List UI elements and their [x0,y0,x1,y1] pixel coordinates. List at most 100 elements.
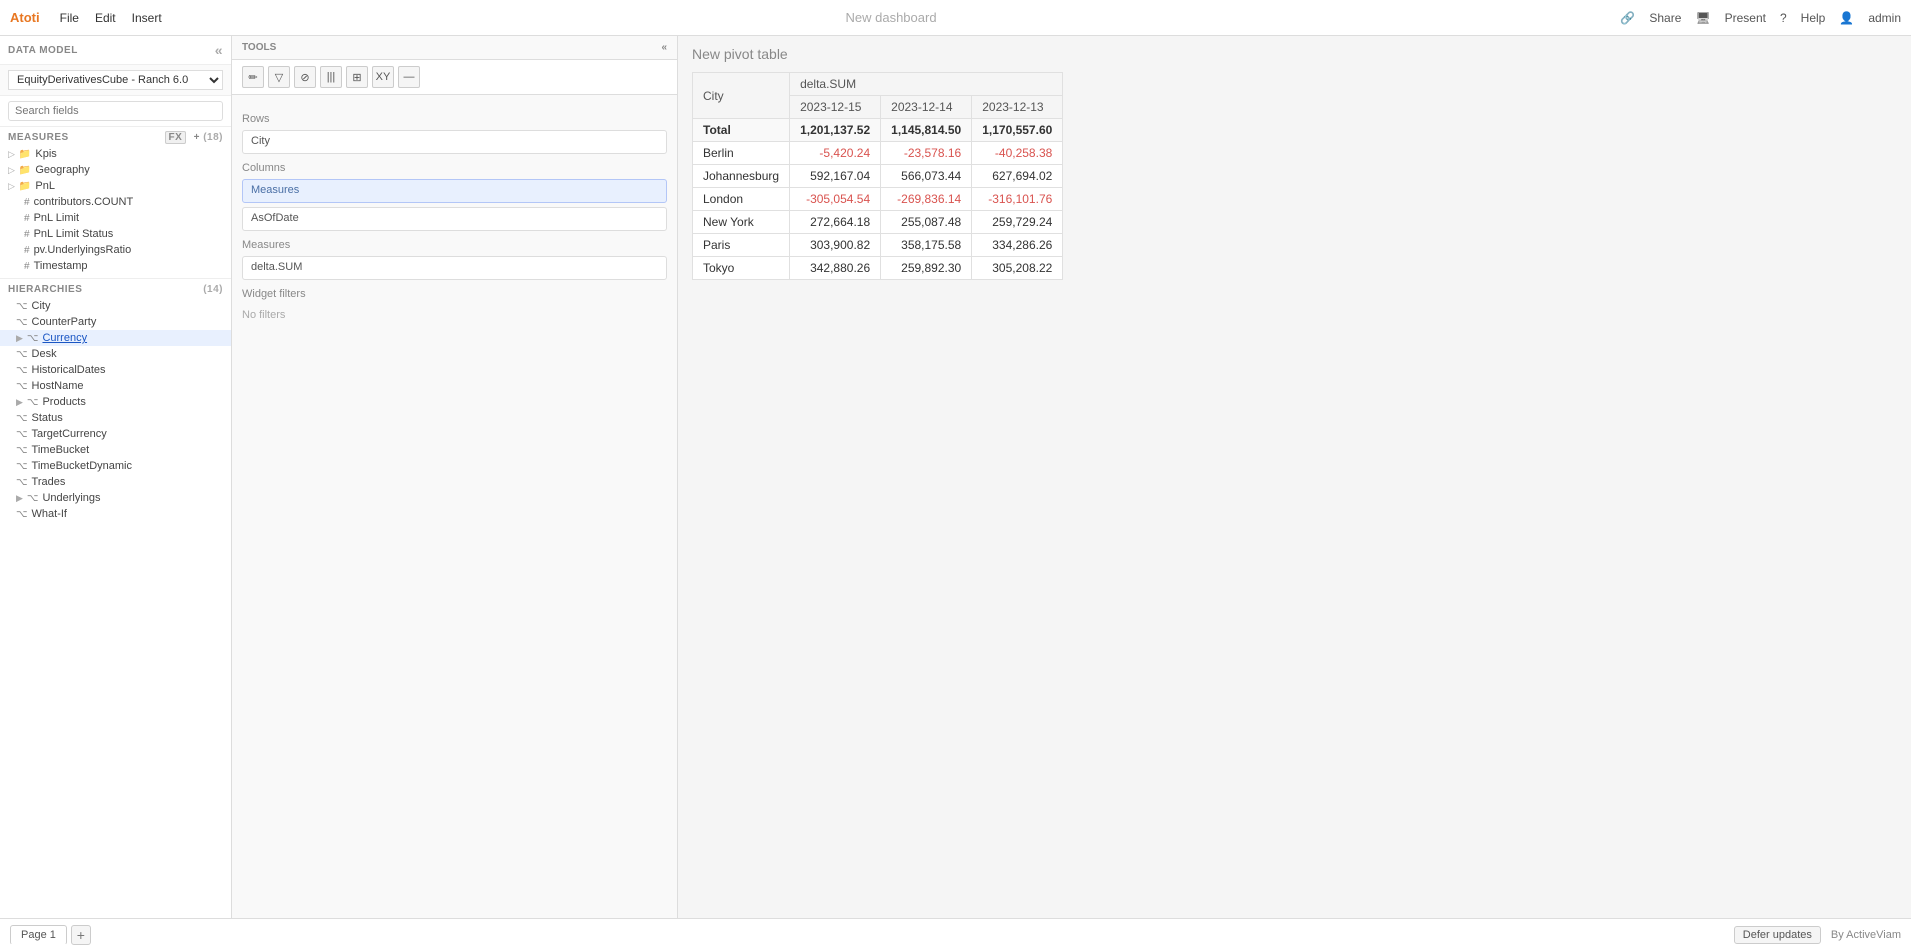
grid-icon[interactable]: ⊞ [346,66,368,88]
geography-folder[interactable]: ▷ 📁 Geography [0,162,231,178]
collapse-tools[interactable]: « [661,42,667,53]
value-cell: -305,054.54 [790,188,881,211]
city-cell: New York [693,211,790,234]
products-label: Products [42,396,85,408]
bottom-right: Defer updates By ActiveViam [1734,926,1901,944]
pnl-folder[interactable]: ▷ 📁 PnL [0,178,231,194]
admin-label[interactable]: admin [1868,11,1901,25]
page-1-tab[interactable]: Page 1 [10,925,67,945]
status-label: Status [32,412,63,424]
cube-selector[interactable]: EquityDerivativesCube - Ranch 6.0 [0,65,231,96]
value-cell: -40,258.38 [972,142,1063,165]
hierarchy-icon-2: ⌥ [16,317,28,328]
value-cell: 592,167.04 [790,165,881,188]
fx-button[interactable]: fx [165,131,187,144]
share-button[interactable]: Share [1649,11,1681,25]
help-button[interactable]: Help [1801,11,1826,25]
timestamp-item[interactable]: # Timestamp [0,258,231,274]
rows-drop-zone[interactable]: City [242,130,667,154]
table-row: Tokyo342,880.26259,892.30305,208.22 [693,257,1063,280]
value-cell: -23,578.16 [881,142,972,165]
timebucket-hierarchy[interactable]: ⌥ TimeBucket [0,442,231,458]
hierarchy-icon-13: ⌥ [27,493,39,504]
hierarchies-label: HIERARCHIES [8,284,82,295]
desk-hierarchy[interactable]: ⌥ Desk [0,346,231,362]
underlyings-label: Underlyings [42,492,100,504]
edit-icon[interactable]: ✏ [242,66,264,88]
pnl-limit-status-item[interactable]: # PnL Limit Status [0,226,231,242]
minus-icon[interactable]: — [398,66,420,88]
defer-updates-button[interactable]: Defer updates [1734,926,1821,944]
delta-sum-header: delta.SUM [790,73,1063,96]
add-measure-btn[interactable]: + [194,132,200,143]
pv-underlyings-item[interactable]: # pv.UnderlyingsRatio [0,242,231,258]
hierarchies-count: (14) [203,284,223,295]
columns-measures-zone[interactable]: Measures [242,179,667,203]
value-cell: 358,175.58 [881,234,972,257]
date3-header: 2023-12-13 [972,96,1063,119]
contributors-count-item[interactable]: # contributors.COUNT [0,194,231,210]
value-cell: 1,201,137.52 [790,119,881,142]
value-cell: 627,694.02 [972,165,1063,188]
columns-label: Columns [242,162,667,174]
page-tabs: Page 1 + [10,925,91,945]
timebucketdynamic-hierarchy[interactable]: ⌥ TimeBucketDynamic [0,458,231,474]
pv-underlyings-label: pv.UnderlyingsRatio [34,244,132,256]
folder-icon-3: 📁 [19,181,31,192]
trades-hierarchy[interactable]: ⌥ Trades [0,474,231,490]
hierarchy-icon: ⌥ [16,301,28,312]
historical-dates-hierarchy[interactable]: ⌥ HistoricalDates [0,362,231,378]
pnl-limit-item[interactable]: # PnL Limit [0,210,231,226]
nav-edit[interactable]: Edit [95,11,116,25]
hierarchy-icon-11: ⌥ [16,461,28,472]
city-label: City [32,300,51,312]
currency-hierarchy[interactable]: ▶ ⌥ Currency [0,330,231,346]
measures-drop-zone[interactable]: delta.SUM [242,256,667,280]
search-input[interactable] [8,101,223,121]
value-cell: -316,101.76 [972,188,1063,211]
collapse-data-model[interactable]: « [215,42,223,58]
underlyings-hierarchy[interactable]: ▶ ⌥ Underlyings [0,490,231,506]
pnl-arrow: ▷ [8,181,15,192]
pivot-table-wrapper: City delta.SUM 2023-12-15 2023-12-14 202… [678,72,1911,918]
kpis-label: Kpis [35,148,56,160]
filter-icon[interactable]: ▽ [268,66,290,88]
columns-icon[interactable]: ||| [320,66,342,88]
hierarchy-icon-7: ⌥ [27,397,39,408]
columns-asofdate-zone[interactable]: AsOfDate [242,207,667,231]
dashboard-title: New dashboard [162,10,1621,25]
hierarchy-icon-5: ⌥ [16,365,28,376]
app-name: Atoti [10,10,40,25]
date2-header: 2023-12-14 [881,96,972,119]
kpis-arrow: ▷ [8,149,15,160]
nav-file[interactable]: File [60,11,79,25]
bottom-bar: Page 1 + Defer updates By ActiveViam [0,918,1911,950]
kpis-folder[interactable]: ▷ 📁 Kpis [0,146,231,162]
table-row: Berlin-5,420.24-23,578.16-40,258.38 [693,142,1063,165]
xy-icon[interactable]: XY [372,66,394,88]
present-button[interactable]: Present [1725,11,1766,25]
date1-header: 2023-12-15 [790,96,881,119]
city-hierarchy[interactable]: ⌥ City [0,298,231,314]
toolbar-icons: ✏ ▽ ⊘ ||| ⊞ XY — [232,60,677,95]
trades-label: Trades [32,476,66,488]
nav-insert[interactable]: Insert [132,11,162,25]
whatif-label: What-If [32,508,67,520]
no-filters-label: No filters [242,305,667,325]
cube-select[interactable]: EquityDerivativesCube - Ranch 6.0 [8,70,223,90]
add-page-button[interactable]: + [71,925,91,945]
sort-icon[interactable]: ⊘ [294,66,316,88]
products-hierarchy[interactable]: ▶ ⌥ Products [0,394,231,410]
measure-icon-4: # [24,245,30,256]
hostname-hierarchy[interactable]: ⌥ HostName [0,378,231,394]
whatif-hierarchy[interactable]: ⌥ What-If [0,506,231,522]
targetcurrency-hierarchy[interactable]: ⌥ TargetCurrency [0,426,231,442]
status-hierarchy[interactable]: ⌥ Status [0,410,231,426]
folder-icon-2: 📁 [19,165,31,176]
value-cell: 1,170,557.60 [972,119,1063,142]
tools-panel: TOOLS « ✏ ▽ ⊘ ||| ⊞ XY — Rows City Colum… [232,36,678,918]
hierarchy-icon-3: ⌥ [27,333,39,344]
counterparty-hierarchy[interactable]: ⌥ CounterParty [0,314,231,330]
contributors-count-label: contributors.COUNT [34,196,134,208]
timebucket-label: TimeBucket [32,444,90,456]
